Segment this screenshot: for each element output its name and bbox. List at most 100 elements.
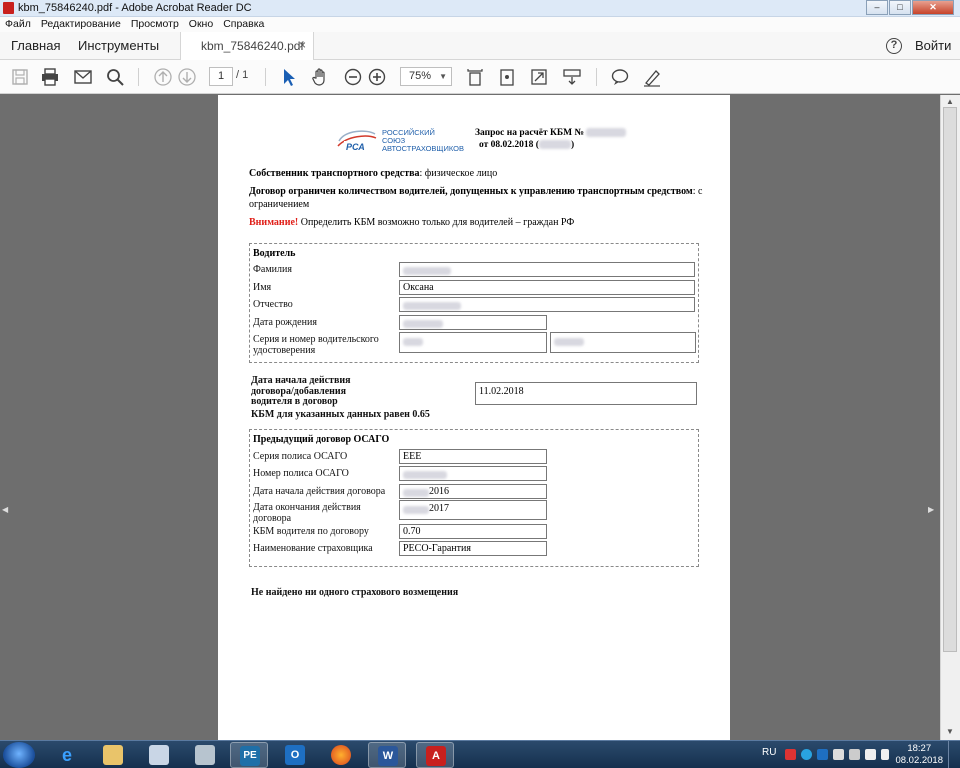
birthdate-label: Дата рождения bbox=[253, 317, 317, 328]
window-controls: – □ ✕ bbox=[865, 0, 954, 17]
no-claims-text: Не найдено ни одного страхового возмещен… bbox=[251, 587, 459, 598]
scroll-down-icon[interactable]: ▼ bbox=[946, 727, 954, 736]
taskbar-outlook[interactable]: O bbox=[276, 742, 314, 768]
name-field: Оксана bbox=[399, 280, 695, 295]
owner-line: Собственник транспортного средства: физи… bbox=[249, 167, 497, 180]
action-center-flag-icon[interactable] bbox=[881, 749, 889, 760]
taskbar: e PE O W A RU 18:27 08.02.2018 bbox=[0, 740, 960, 768]
zoom-in-icon[interactable] bbox=[367, 67, 387, 87]
acrobat-icon: A bbox=[426, 746, 446, 766]
system-clock[interactable]: 18:27 08.02.2018 bbox=[895, 743, 943, 767]
policy-end-field: 2017 bbox=[399, 500, 547, 520]
owner-label: Собственник транспортного средства bbox=[249, 168, 420, 179]
scrollbar-thumb[interactable] bbox=[943, 107, 957, 652]
warning-label: Внимание! bbox=[249, 217, 299, 228]
outlook-tray-icon[interactable] bbox=[817, 749, 828, 760]
page-number-input[interactable]: 1 bbox=[209, 67, 233, 86]
taskbar-ie[interactable]: e bbox=[48, 742, 86, 768]
calculator-icon bbox=[195, 745, 215, 765]
policy-start-field: 2016 bbox=[399, 484, 547, 499]
taskbar-word[interactable]: W bbox=[368, 742, 406, 768]
tray-app-icon[interactable] bbox=[785, 749, 796, 760]
skype-icon[interactable] bbox=[801, 749, 812, 760]
menu-file[interactable]: Файл bbox=[5, 17, 31, 32]
clock-date: 08.02.2018 bbox=[895, 755, 943, 766]
license-number-field bbox=[550, 332, 696, 353]
minimize-button[interactable]: – bbox=[866, 0, 888, 15]
previous-policy-section: Предыдущий договор ОСАГО Серия полиса ОС… bbox=[249, 429, 699, 567]
next-page-icon[interactable] bbox=[177, 67, 197, 87]
select-cursor-icon[interactable] bbox=[279, 67, 299, 87]
license-label: Серия и номер водительского удостоверения bbox=[253, 334, 379, 356]
print-icon[interactable] bbox=[40, 67, 60, 87]
close-tab-icon[interactable]: × bbox=[299, 38, 306, 52]
start-date-field: 11.02.2018 bbox=[475, 382, 697, 405]
patronymic-label: Отчество bbox=[253, 299, 293, 310]
network-icon[interactable] bbox=[849, 749, 860, 760]
menu-help[interactable]: Справка bbox=[223, 17, 264, 32]
previous-page-icon[interactable] bbox=[153, 67, 173, 87]
policy-number-field bbox=[399, 466, 547, 481]
redacted-request-number bbox=[586, 128, 627, 138]
license-series-field bbox=[399, 332, 547, 353]
start-button[interactable] bbox=[3, 742, 35, 768]
policy-number-label: Номер полиса ОСАГО bbox=[253, 468, 349, 479]
folder-icon bbox=[103, 745, 123, 765]
request-date: от 08.02.2018 ( bbox=[479, 140, 539, 150]
contract-label: Договор ограничен количеством водителей,… bbox=[249, 186, 693, 197]
vertical-scrollbar[interactable]: ▲ ▼ bbox=[940, 95, 960, 740]
sign-in-button[interactable]: Войти bbox=[915, 38, 951, 53]
document-tab-label: kbm_75846240.pdf bbox=[201, 39, 304, 53]
zoom-level-select[interactable]: 75% ▼ bbox=[400, 67, 452, 86]
left-panel-toggle-icon[interactable]: ◀ bbox=[2, 505, 8, 514]
close-window-button[interactable]: ✕ bbox=[912, 0, 954, 15]
taskbar-explorer[interactable] bbox=[94, 742, 132, 768]
driver-header: Водитель bbox=[253, 248, 296, 259]
hand-tool-icon[interactable] bbox=[310, 67, 330, 87]
language-indicator[interactable]: RU bbox=[762, 747, 776, 758]
menu-window[interactable]: Окно bbox=[189, 17, 213, 32]
outlook-icon: O bbox=[285, 745, 305, 765]
keyboard-scroll-icon[interactable] bbox=[562, 67, 582, 87]
rotate-page-icon[interactable] bbox=[497, 67, 517, 87]
name-label: Имя bbox=[253, 282, 272, 293]
help-icon[interactable]: ? bbox=[886, 38, 902, 54]
policy-end-label: Дата окончания действия договора bbox=[253, 502, 361, 524]
taskbar-paint[interactable] bbox=[140, 742, 178, 768]
toolbar-separator bbox=[596, 68, 597, 86]
taskbar-publisher[interactable]: PE bbox=[230, 742, 268, 768]
request-title: Запрос на расчёт КБМ № bbox=[475, 128, 585, 138]
driver-section: Водитель Фамилия Имя Оксана Отчество Дат… bbox=[249, 243, 699, 363]
insurer-label: Наименование страховщика bbox=[253, 543, 373, 554]
tab-document[interactable]: kbm_75846240.pdf × bbox=[180, 32, 314, 60]
sign-pen-icon[interactable] bbox=[642, 67, 662, 87]
kbm-result: КБМ для указанных данных равен 0.65 bbox=[251, 409, 430, 420]
volume-icon[interactable] bbox=[865, 749, 876, 760]
birthdate-field bbox=[399, 315, 547, 330]
taskbar-calculator[interactable] bbox=[186, 742, 224, 768]
policy-series-field: ЕЕЕ bbox=[399, 449, 547, 464]
toolbar-separator bbox=[138, 68, 139, 86]
taskbar-acrobat[interactable]: A bbox=[416, 742, 454, 768]
comment-icon[interactable] bbox=[610, 67, 630, 87]
full-screen-icon[interactable] bbox=[529, 67, 549, 87]
maximize-button[interactable]: □ bbox=[889, 0, 911, 15]
menu-edit[interactable]: Редактирование bbox=[41, 17, 121, 32]
contract-value: : с bbox=[692, 186, 703, 197]
taskbar-firefox[interactable] bbox=[322, 742, 360, 768]
save-icon[interactable] bbox=[10, 67, 30, 87]
search-icon[interactable] bbox=[105, 67, 125, 87]
menu-bar: Файл Редактирование Просмотр Окно Справк… bbox=[0, 17, 960, 32]
pdf-page: РСА РОССИЙСКИЙ СОЮЗ АВТОСТРАХОВЩИКОВ Зап… bbox=[218, 95, 730, 740]
zoom-out-icon[interactable] bbox=[343, 67, 363, 87]
tray-misc-icon[interactable] bbox=[833, 749, 844, 760]
email-icon[interactable] bbox=[73, 67, 93, 87]
scroll-up-icon[interactable]: ▲ bbox=[946, 97, 954, 106]
tab-home[interactable]: Главная bbox=[11, 38, 60, 53]
page-fit-icon[interactable] bbox=[465, 67, 485, 87]
show-desktop-button[interactable] bbox=[948, 741, 960, 768]
menu-view[interactable]: Просмотр bbox=[131, 17, 179, 32]
tab-tools[interactable]: Инструменты bbox=[78, 38, 159, 53]
right-panel-toggle-icon[interactable]: ▶ bbox=[928, 505, 934, 514]
rsa-logo-text: РОССИЙСКИЙ СОЮЗ АВТОСТРАХОВЩИКОВ bbox=[382, 128, 464, 153]
